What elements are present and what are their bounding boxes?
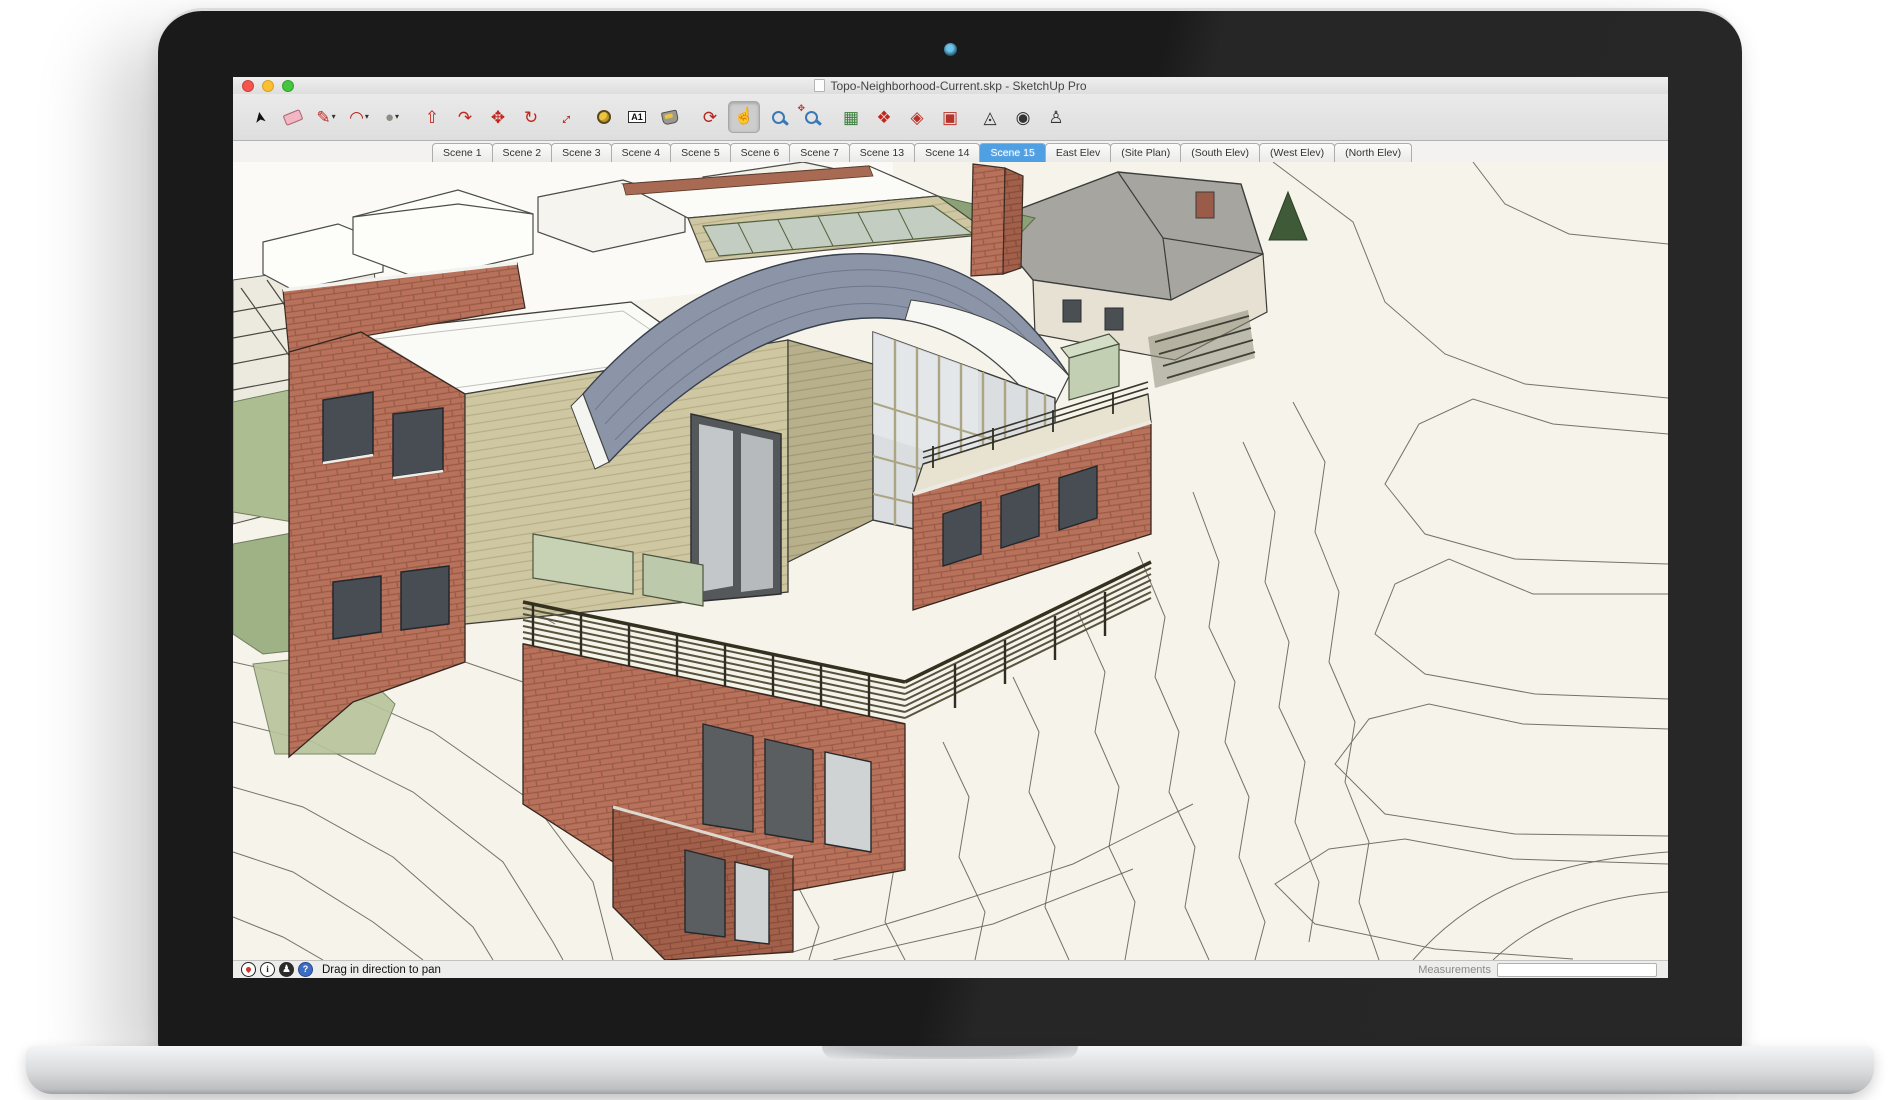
measurements-label: Measurements: [1418, 964, 1491, 976]
shapes-icon: ●: [385, 110, 394, 125]
orbit-icon: ⟳: [703, 109, 717, 126]
status-icons: i ♟?: [241, 962, 317, 977]
follow-me-icon: ↷: [458, 109, 472, 126]
window-title: Topo-Neighborhood-Current.skp - SketchUp…: [233, 79, 1668, 93]
laptop-base: [26, 1046, 1874, 1094]
scene-tab-north-elev[interactable]: (North Elev): [1334, 143, 1412, 162]
viewport-canvas[interactable]: [233, 162, 1668, 960]
help-icon[interactable]: ?: [298, 962, 313, 977]
scene-tab-scene-1[interactable]: Scene 1: [432, 143, 493, 162]
line-icon: ✎: [316, 109, 330, 126]
add-location-tool[interactable]: ▦: [836, 102, 866, 132]
position-camera-icon: ◬: [983, 109, 996, 126]
select-tool[interactable]: ➤: [245, 102, 275, 132]
push-pull-tool[interactable]: ⇧: [417, 102, 447, 132]
rotate-icon: ↻: [524, 109, 538, 126]
move-tool[interactable]: ✥: [483, 102, 513, 132]
scene-tab-scene-3[interactable]: Scene 3: [551, 143, 612, 162]
zoom-icon: [772, 111, 785, 124]
shapes-dropdown-caret[interactable]: ▾: [395, 113, 399, 121]
scene-tab-scene-13[interactable]: Scene 13: [849, 143, 915, 162]
model-3d-view: [233, 162, 1668, 960]
scene-tab-site-plan[interactable]: (Site Plan): [1110, 143, 1181, 162]
scene-tab-scene-14[interactable]: Scene 14: [914, 143, 980, 162]
eraser-tool[interactable]: [278, 102, 308, 132]
paint-bucket-icon: [661, 109, 679, 125]
line-dropdown-caret[interactable]: ▾: [332, 113, 336, 121]
move-icon: ✥: [491, 109, 505, 126]
add-location-icon: ▦: [843, 109, 859, 126]
tape-measure-tool[interactable]: [589, 102, 619, 132]
eraser-icon: [283, 109, 304, 126]
arc-tool[interactable]: ◠▾: [344, 102, 374, 132]
scene-tab-scene-15[interactable]: Scene 15: [979, 143, 1045, 162]
paint-bucket-tool[interactable]: [655, 102, 685, 132]
webcam-icon: [944, 43, 957, 56]
scale-tool[interactable]: ↔: [549, 102, 579, 132]
scene-tabs: Scene 1Scene 2Scene 3Scene 4Scene 5Scene…: [233, 141, 1668, 163]
text-icon: A1: [628, 111, 646, 123]
pan-icon: ☝: [734, 109, 754, 125]
arc-icon: ◠: [349, 109, 364, 126]
photo-textures-icon: ❖: [876, 109, 891, 126]
zoom-tool[interactable]: [763, 102, 793, 132]
scene-tab-east-elev[interactable]: East Elev: [1045, 143, 1111, 162]
select-icon: ➤: [252, 110, 269, 125]
scene-tab-scene-7[interactable]: Scene 7: [789, 143, 850, 162]
pan-tool[interactable]: ☝: [728, 101, 760, 133]
rotate-tool[interactable]: ↻: [516, 102, 546, 132]
scale-icon: ↔: [552, 105, 576, 129]
laptop-lid-notch: [822, 1046, 1078, 1059]
scene-tab-scene-5[interactable]: Scene 5: [670, 143, 731, 162]
scene-tab-scene-4[interactable]: Scene 4: [611, 143, 672, 162]
look-around-tool[interactable]: ◉: [1008, 102, 1038, 132]
scene-tab-scene-2[interactable]: Scene 2: [492, 143, 553, 162]
follow-me-tool[interactable]: ↷: [450, 102, 480, 132]
toolbar: ➤✎▾◠▾●▾⇧↷✥↻↔A1⟳☝▦❖◈▣◬◉♙: [233, 94, 1668, 141]
credits-icon[interactable]: i: [260, 962, 275, 977]
sign-in-icon[interactable]: ♟: [279, 962, 294, 977]
component-icon: ▣: [942, 109, 958, 126]
sketchup-window: Topo-Neighborhood-Current.skp - SketchUp…: [233, 77, 1668, 978]
geolocation-icon[interactable]: [241, 962, 256, 977]
measurements-input[interactable]: [1497, 963, 1657, 977]
look-around-icon: ◉: [1016, 109, 1031, 126]
walk-tool[interactable]: ♙: [1041, 102, 1071, 132]
line-tool[interactable]: ✎▾: [311, 102, 341, 132]
zoom-extents-tool[interactable]: [796, 102, 826, 132]
tape-measure-icon: [597, 110, 611, 124]
status-hint: Drag in direction to pan: [322, 964, 441, 976]
laptop-bezel: Topo-Neighborhood-Current.skp - SketchUp…: [158, 8, 1742, 1053]
orbit-tool[interactable]: ⟳: [695, 102, 725, 132]
status-bar: i ♟? Drag in direction to pan Measurement…: [233, 960, 1668, 978]
arc-dropdown-caret[interactable]: ▾: [365, 113, 369, 121]
component-tool[interactable]: ▣: [935, 102, 965, 132]
scene-tab-west-elev[interactable]: (West Elev): [1259, 143, 1335, 162]
zoom-extents-icon: [805, 111, 818, 124]
document-icon: [814, 79, 825, 92]
scene-tab-scene-6[interactable]: Scene 6: [730, 143, 791, 162]
shapes-tool[interactable]: ●▾: [377, 102, 407, 132]
text-tool[interactable]: A1: [622, 102, 652, 132]
walk-icon: ♙: [1048, 109, 1063, 126]
position-camera-tool[interactable]: ◬: [975, 102, 1005, 132]
push-pull-icon: ⇧: [425, 109, 439, 126]
extension-warehouse-icon: ◈: [910, 109, 923, 126]
photo-textures-tool[interactable]: ❖: [869, 102, 899, 132]
title-bar: Topo-Neighborhood-Current.skp - SketchUp…: [233, 77, 1668, 94]
extension-warehouse-tool[interactable]: ◈: [902, 102, 932, 132]
scene-tab-south-elev[interactable]: (South Elev): [1180, 143, 1260, 162]
